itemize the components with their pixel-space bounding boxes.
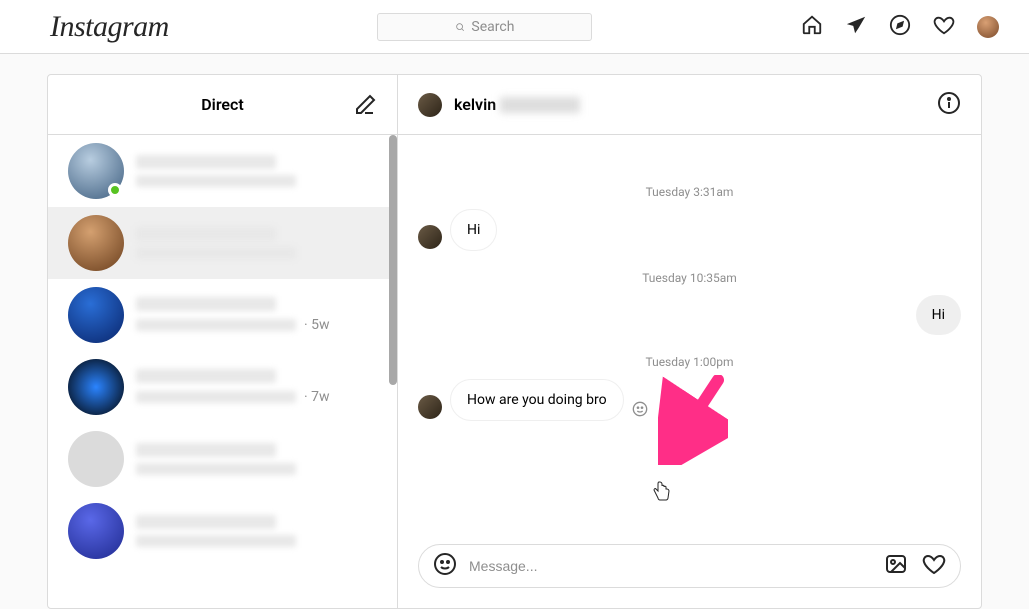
react-icon[interactable] <box>632 401 648 421</box>
message-bubble[interactable]: Hi <box>450 209 497 251</box>
direct-sidebar: Direct <box>48 75 398 608</box>
composer-actions <box>884 552 946 580</box>
recipient-username[interactable]: kelvin <box>454 95 580 114</box>
thread-avatar <box>68 215 124 271</box>
emoji-icon[interactable] <box>433 552 457 580</box>
message-incoming: Hi <box>418 209 961 251</box>
photo-icon[interactable] <box>884 552 908 580</box>
message-outgoing: Hi <box>418 295 961 335</box>
thread-preview <box>136 443 377 475</box>
nav-icons <box>801 14 1009 40</box>
search-icon <box>455 22 465 32</box>
scrollbar[interactable] <box>389 135 397 385</box>
home-icon[interactable] <box>801 14 823 40</box>
message-actions <box>632 401 700 421</box>
top-navbar: Instagram Search <box>0 0 1029 54</box>
message-timestamp: Tuesday 1:00pm <box>418 355 961 369</box>
thread-avatar <box>68 287 124 343</box>
thread-row[interactable] <box>48 495 397 567</box>
thread-preview: · 5w <box>136 297 377 333</box>
info-button[interactable] <box>937 91 961 119</box>
direct-container: Direct <box>47 74 982 609</box>
cursor-hand-icon <box>653 481 671 501</box>
message-timestamp: Tuesday 10:35am <box>418 271 961 285</box>
thread-avatar <box>68 359 124 415</box>
thread-preview <box>136 515 377 547</box>
activity-icon[interactable] <box>933 14 955 40</box>
conversation-panel: kelvin Tuesday 3:31am Hi Tuesday 10:35am… <box>398 75 981 608</box>
sender-avatar[interactable] <box>418 225 442 249</box>
message-bubble[interactable]: How are you doing bro <box>450 379 624 421</box>
sender-avatar[interactable] <box>418 395 442 419</box>
thread-time: · 5w <box>304 317 330 333</box>
thread-list[interactable]: · 5w · 7w <box>48 135 397 608</box>
search-placeholder: Search <box>471 19 514 35</box>
conversation-header: kelvin <box>398 75 981 135</box>
thread-avatar <box>68 431 124 487</box>
reply-icon[interactable] <box>658 401 674 421</box>
instagram-logo[interactable]: Instagram <box>20 10 169 44</box>
direct-title: Direct <box>201 95 244 114</box>
thread-time: · 7w <box>304 389 330 405</box>
message-composer <box>418 544 961 588</box>
thread-row[interactable] <box>48 135 397 207</box>
recipient-avatar[interactable] <box>418 93 442 117</box>
thread-preview <box>136 227 377 259</box>
explore-icon[interactable] <box>889 14 911 40</box>
message-timestamp: Tuesday 3:31am <box>418 185 961 199</box>
thread-preview: · 7w <box>136 369 377 405</box>
direct-icon[interactable] <box>845 14 867 40</box>
thread-avatar <box>68 503 124 559</box>
compose-button[interactable] <box>353 93 377 121</box>
profile-avatar[interactable] <box>977 16 999 38</box>
conversation-body: Tuesday 3:31am Hi Tuesday 10:35am Hi Tue… <box>398 135 981 544</box>
search-input[interactable]: Search <box>377 13 592 41</box>
online-indicator <box>108 183 122 197</box>
thread-row[interactable]: · 5w <box>48 279 397 351</box>
thread-row[interactable] <box>48 207 397 279</box>
like-icon[interactable] <box>922 552 946 580</box>
thread-row[interactable]: · 7w <box>48 351 397 423</box>
direct-header: Direct <box>48 75 397 135</box>
thread-avatar <box>68 143 124 199</box>
thread-row[interactable] <box>48 423 397 495</box>
message-bubble[interactable]: Hi <box>916 295 961 335</box>
message-input[interactable] <box>469 558 872 574</box>
thread-preview <box>136 155 377 187</box>
message-incoming: How are you doing bro <box>418 379 961 421</box>
more-icon[interactable] <box>684 401 700 421</box>
